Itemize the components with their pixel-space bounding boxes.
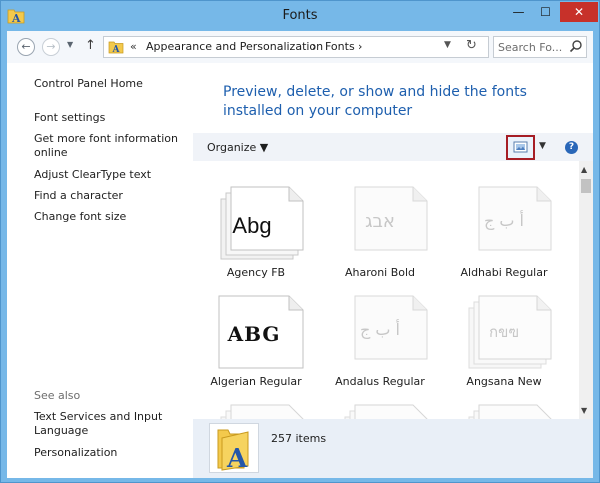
font-name: Aharoni Bold [344, 266, 416, 279]
font-sample: أ ب ج [359, 320, 400, 339]
font-tile-andalus-regular[interactable]: أ ب ج Andalus Regular [325, 282, 435, 392]
scrollbar-thumb[interactable] [581, 179, 591, 193]
minimize-button[interactable]: — [505, 2, 532, 22]
details-pane: A 257 items [193, 419, 593, 478]
fonts-folder-icon: A [108, 41, 124, 55]
address-overflow-chevron[interactable]: « [130, 40, 137, 53]
font-family-icon [344, 404, 428, 419]
font-tile-agency-fb[interactable]: Abg Agency FB [201, 173, 311, 283]
font-sample: אבג [365, 211, 395, 232]
scroll-down-icon[interactable]: ▼ [581, 406, 587, 415]
large-icons-view-icon [513, 141, 528, 153]
breadcrumb-fonts[interactable]: Fonts [325, 40, 355, 53]
maximize-button[interactable]: ☐ [532, 2, 559, 22]
text-services-link[interactable]: Text Services and Input Language [34, 410, 174, 438]
view-options-dropdown[interactable]: ▼ [539, 141, 546, 151]
fonts-grid: Abg Agency FB אבג Aharoni Bold أ ب ج Ald… [193, 161, 579, 419]
title-bar[interactable]: A Fonts — ☐ ✕ [1, 1, 599, 31]
font-sample: أ ب ج [483, 211, 524, 230]
font-sample: ABG [227, 322, 281, 346]
item-count: 257 items [271, 432, 327, 445]
client-area: Control Panel Home Font settings Get mor… [7, 63, 593, 478]
vertical-scrollbar[interactable]: ▲ ▼ [579, 161, 593, 419]
back-button[interactable]: ← [17, 38, 35, 56]
change-font-size-link[interactable]: Change font size [34, 210, 126, 224]
breadcrumb-separator-icon[interactable]: › [358, 40, 362, 53]
fonts-window: A Fonts — ☐ ✕ ← → ▼ ↑ A « Appearance and… [0, 0, 600, 483]
breadcrumb-appearance-and-personalization[interactable]: Appearance and Personalization [146, 40, 323, 53]
main-pane: Preview, delete, or show and hide the fo… [193, 63, 593, 478]
task-pane: Control Panel Home Font settings Get mor… [7, 63, 191, 478]
font-tile[interactable] [449, 391, 559, 419]
font-name: Andalus Regular [335, 375, 425, 388]
fonts-folder-icon: A [217, 429, 249, 474]
scroll-up-icon[interactable]: ▲ [581, 165, 587, 174]
command-bar: Organize ▼ ▼ ? [193, 133, 593, 161]
font-name: Algerian Regular [210, 375, 302, 388]
organize-button[interactable]: Organize ▼ [207, 141, 268, 154]
font-tile[interactable] [325, 391, 435, 419]
adjust-cleartype-link[interactable]: Adjust ClearType text [34, 168, 151, 182]
svg-text:A: A [112, 45, 121, 55]
page-heading: Preview, delete, or show and hide the fo… [223, 84, 527, 119]
control-panel-home-link[interactable]: Control Panel Home [34, 77, 143, 91]
close-button[interactable]: ✕ [560, 2, 598, 22]
help-icon[interactable]: ? [565, 141, 578, 154]
font-tile-aldhabi-regular[interactable]: أ ب ج Aldhabi Regular [449, 173, 559, 283]
forward-button[interactable]: → [42, 38, 60, 56]
font-name: Aldhabi Regular [460, 266, 548, 279]
search-box[interactable] [493, 36, 587, 58]
breadcrumb-separator-icon[interactable]: › [312, 40, 316, 53]
get-more-font-information-link[interactable]: Get more font information online [34, 132, 184, 160]
font-name: Angsana New [466, 375, 542, 388]
up-button[interactable]: ↑ [85, 38, 96, 53]
font-name: Agency FB [226, 266, 286, 279]
see-also-heading: See also [34, 389, 81, 402]
font-tile-aharoni-bold[interactable]: אבג Aharoni Bold [325, 173, 435, 283]
font-sample: Abg [232, 213, 272, 238]
details-thumbnail: A [209, 423, 259, 474]
font-tile-angsana-new[interactable]: กขฃ Angsana New [449, 282, 559, 392]
font-family-icon [220, 404, 304, 419]
navigation-bar: ← → ▼ ↑ A « Appearance and Personalizati… [7, 31, 593, 63]
find-a-character-link[interactable]: Find a character [34, 189, 123, 203]
font-tile-algerian-regular[interactable]: ABG Algerian Regular [201, 282, 311, 392]
font-sample: กขฃ [489, 323, 519, 341]
search-icon[interactable] [569, 39, 583, 53]
refresh-icon[interactable]: ↻ [466, 38, 477, 53]
recent-locations-dropdown[interactable]: ▼ [67, 40, 73, 49]
address-dropdown-icon[interactable]: ▼ [444, 40, 451, 50]
change-view-button[interactable] [506, 135, 535, 160]
svg-text:A: A [226, 444, 248, 472]
font-tile[interactable] [201, 391, 311, 419]
font-family-icon [468, 404, 552, 419]
search-input[interactable] [498, 39, 566, 55]
personalization-link[interactable]: Personalization [34, 446, 117, 460]
address-bar[interactable]: A « Appearance and Personalization › Fon… [103, 36, 489, 58]
font-settings-link[interactable]: Font settings [34, 111, 105, 125]
